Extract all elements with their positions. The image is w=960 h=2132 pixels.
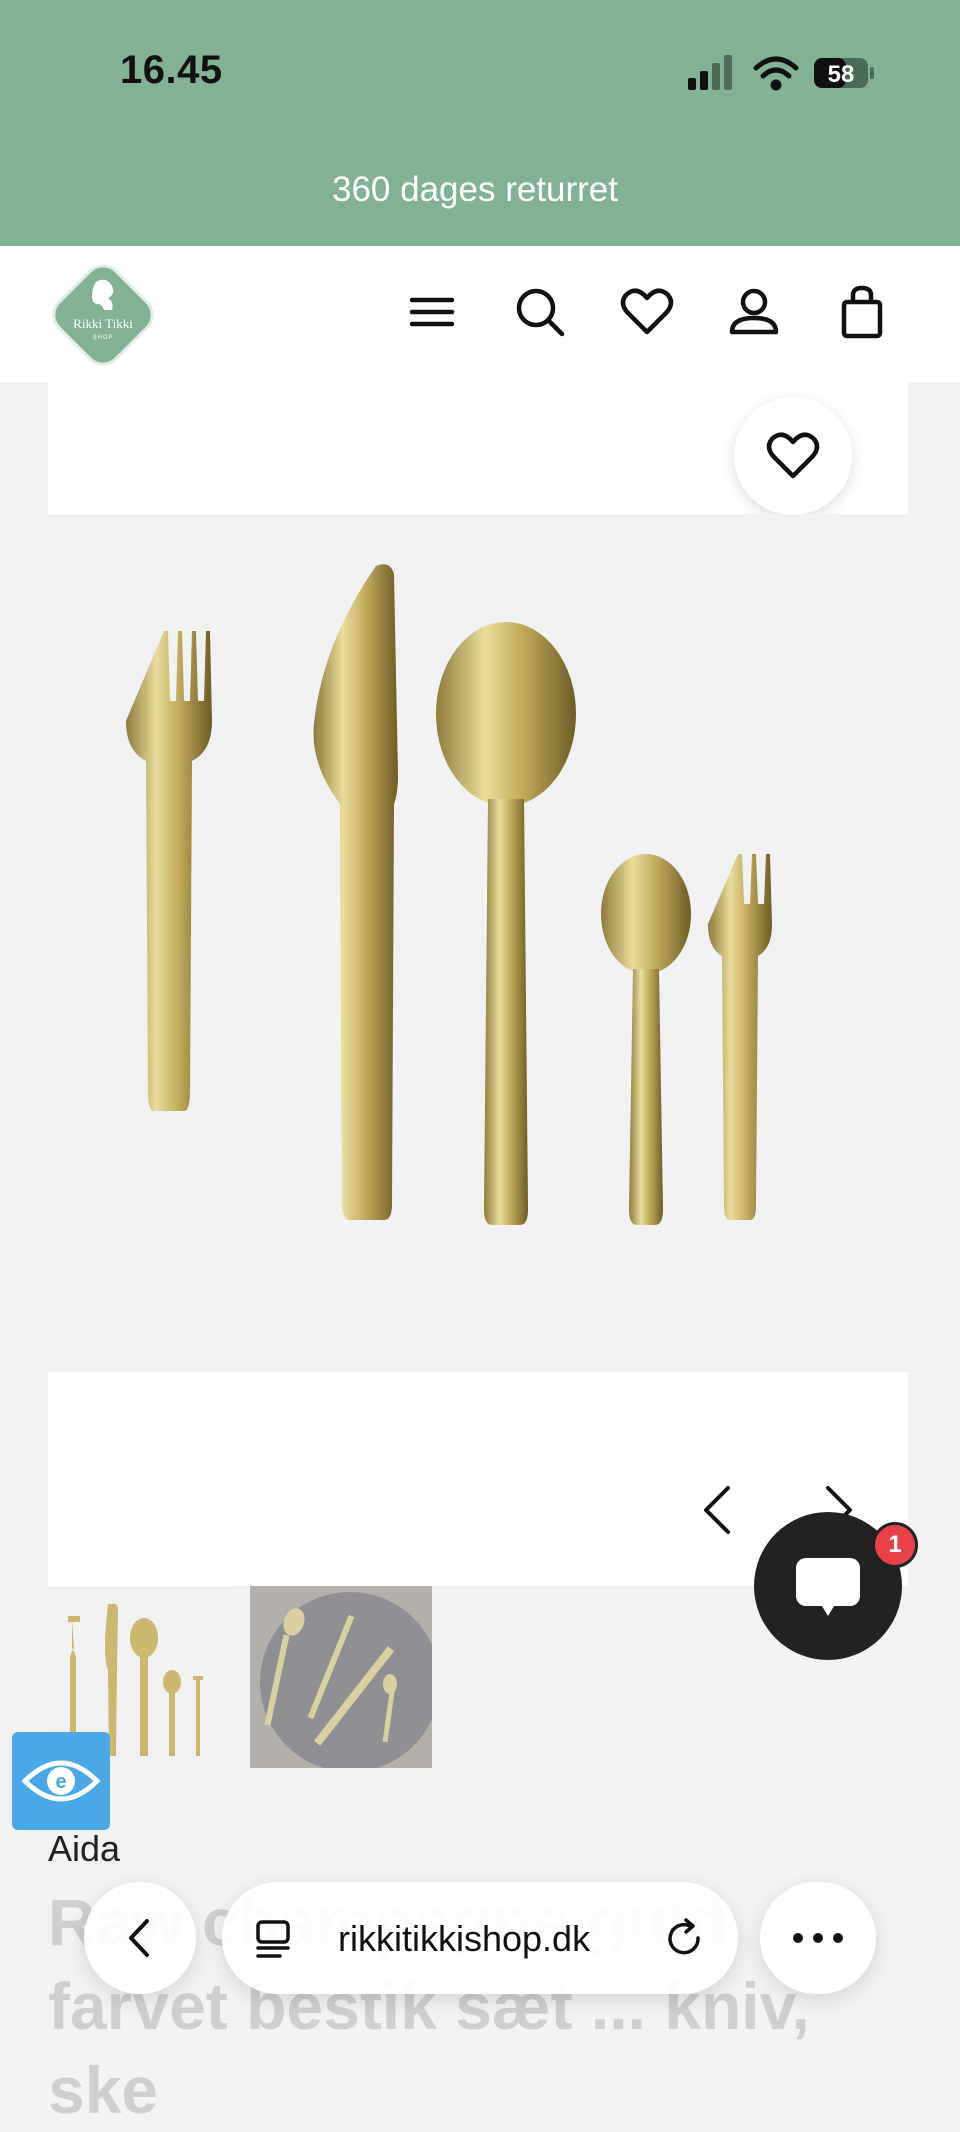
logo-text: Rikki Tikki — [73, 316, 133, 331]
reader-view-icon[interactable] — [252, 1916, 298, 1962]
signal-icon — [688, 55, 732, 90]
account-icon[interactable] — [724, 282, 784, 342]
browser-url[interactable]: rikkitikkishop.dk — [338, 1918, 590, 1960]
battery-icon: 58 — [814, 58, 874, 88]
prev-image-button[interactable] — [694, 1480, 742, 1540]
rikki-tikki-logo[interactable]: Rikki Tikki SHOP — [48, 260, 158, 370]
shopping-bag-icon[interactable] — [832, 282, 892, 342]
heart-icon — [766, 432, 820, 479]
chat-bubble-icon — [796, 1558, 860, 1616]
menu-icon[interactable] — [402, 282, 462, 342]
wishlist-heart-icon[interactable] — [617, 282, 677, 342]
search-icon[interactable] — [510, 282, 570, 342]
wifi-icon — [753, 56, 799, 91]
reload-icon[interactable] — [662, 1916, 708, 1962]
svg-text:e: e — [55, 1771, 66, 1793]
chevron-left-icon — [129, 1919, 149, 1957]
product-main-image[interactable] — [48, 514, 908, 1372]
chat-notification-badge: 1 — [872, 1522, 918, 1568]
add-to-wishlist-button[interactable] — [734, 397, 852, 515]
product-brand: Aida — [48, 1828, 121, 1869]
accessibility-button[interactable]: e — [12, 1732, 110, 1830]
status-time: 16.45 — [120, 48, 223, 92]
more-dots-icon — [793, 1933, 843, 1943]
logo-subtext: SHOP — [92, 335, 113, 341]
status-icons: 58 — [688, 55, 874, 91]
promo-text: 360 dages returret — [331, 170, 618, 209]
thumbnail-2[interactable] — [250, 1586, 432, 1768]
browser-back-button[interactable] — [84, 1882, 196, 1994]
accessibility-eye-icon: e — [21, 1760, 101, 1802]
battery-level: 58 — [828, 61, 855, 88]
browser-more-button[interactable] — [760, 1882, 876, 1994]
